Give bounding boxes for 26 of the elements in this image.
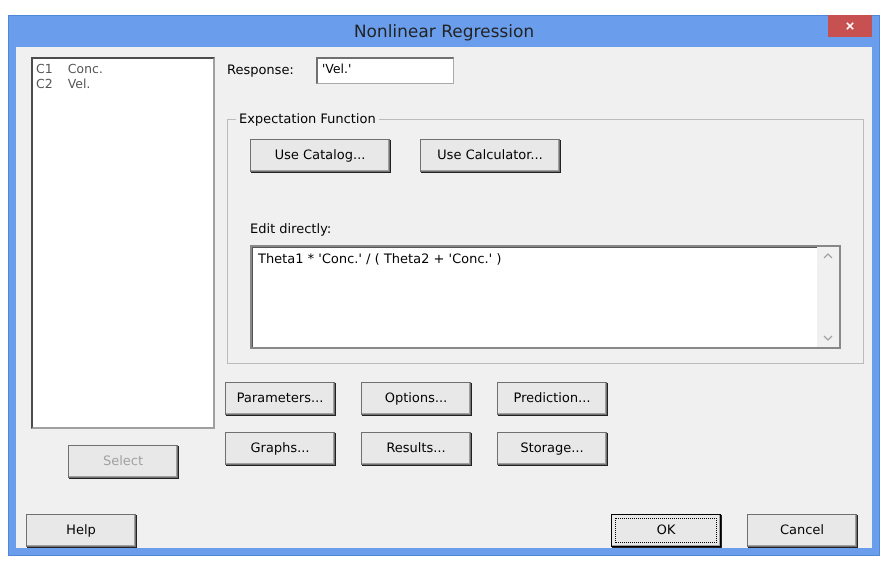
group-title: Expectation Function (238, 112, 377, 127)
option-button[interactable]: Storage... (497, 432, 607, 465)
variable-list[interactable]: C1 Conc. C2 Vel. (31, 57, 215, 429)
window-title: Nonlinear Regression (354, 22, 534, 42)
option-button[interactable]: Results... (361, 432, 471, 465)
response-label: Response: (227, 63, 294, 78)
variable-name[interactable]: Vel. (68, 76, 90, 91)
column-id: C1 (36, 61, 53, 76)
close-button[interactable]: × (828, 15, 872, 37)
option-button[interactable]: Options... (361, 382, 471, 415)
edit-label: Edit directly: (250, 222, 332, 237)
calculator-button[interactable]: Use Calculator... (420, 139, 560, 172)
expression-field[interactable]: Theta1 * 'Conc.' / ( Theta2 + 'Conc.' ) (250, 245, 841, 349)
column-id: C2 (36, 76, 53, 91)
option-button[interactable]: Graphs... (225, 432, 335, 465)
scroll-bar[interactable] (817, 247, 839, 347)
option-button[interactable]: Prediction... (497, 382, 607, 415)
option-button[interactable]: Parameters... (225, 382, 335, 415)
help-button[interactable]: Help (26, 514, 136, 548)
variable-name[interactable]: Conc. (68, 61, 103, 76)
catalog-button[interactable]: Use Catalog... (250, 139, 390, 172)
scroll-up-icon[interactable] (823, 253, 833, 259)
scroll-down-icon[interactable] (823, 335, 833, 341)
response-field[interactable]: 'Vel.' (316, 57, 454, 84)
cancel-button[interactable]: Cancel (747, 514, 857, 548)
ok-button[interactable]: OK (611, 514, 721, 548)
